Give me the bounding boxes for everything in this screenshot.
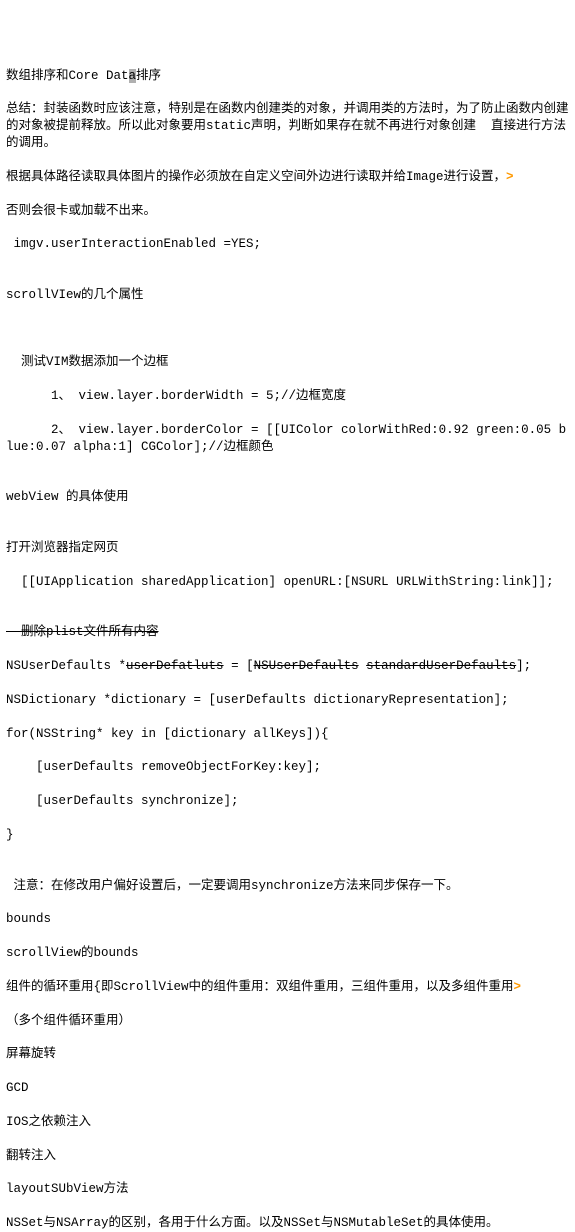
line: [[UIApplication sharedApplication] openU… bbox=[6, 574, 569, 591]
line: 测试VIM数据添加一个边框 bbox=[6, 354, 569, 371]
text: ]; bbox=[516, 659, 531, 673]
line: 数组排序和Core Data排序 bbox=[6, 68, 569, 85]
line: IOS之依赖注入 bbox=[6, 1114, 569, 1131]
text: 排序 bbox=[136, 69, 161, 83]
line: scrollView的bounds bbox=[6, 945, 569, 962]
line: scrollVIew的几个属性 bbox=[6, 287, 569, 304]
line: 根据具体路径读取具体图片的操作必须放在自定义空间外边进行读取并给Image进行设… bbox=[6, 169, 569, 186]
line: NSUserDefaults *userDefatluts = [NSUserD… bbox=[6, 658, 569, 675]
line: layoutSUbView方法 bbox=[6, 1181, 569, 1198]
line: GCD bbox=[6, 1080, 569, 1097]
line: 否则会很卡或加载不出来。 bbox=[6, 203, 569, 220]
text: = [ bbox=[224, 659, 254, 673]
text: NSUserDefaults * bbox=[6, 659, 126, 673]
text-cursor: a bbox=[129, 69, 137, 83]
strikethrough-text: NSUserDefaults bbox=[254, 659, 359, 673]
line: 组件的循环重用{即ScrollView中的组件重用：双组件重用，三组件重用，以及… bbox=[6, 979, 569, 996]
strikethrough-text: 删除plist文件所有内容 bbox=[6, 625, 159, 639]
text: 数组排序和Core Dat bbox=[6, 69, 129, 83]
line: bounds bbox=[6, 911, 569, 928]
line: 屏幕旋转 bbox=[6, 1046, 569, 1063]
line: NSDictionary *dictionary = [userDefaults… bbox=[6, 692, 569, 709]
line: for(NSString* key in [dictionary allKeys… bbox=[6, 726, 569, 743]
strikethrough-text: userDefatluts bbox=[126, 659, 224, 673]
line: NSSet与NSArray的区别，各用于什么方面。以及NSSet与NSMutab… bbox=[6, 1215, 569, 1232]
line: } bbox=[6, 827, 569, 844]
line: 注意：在修改用户偏好设置后，一定要调用synchronize方法来同步保存一下。 bbox=[6, 878, 569, 895]
line: 打开浏览器指定网页 bbox=[6, 540, 569, 557]
text bbox=[359, 659, 367, 673]
strikethrough-text: standardUserDefaults bbox=[366, 659, 516, 673]
line: [userDefaults synchronize]; bbox=[6, 793, 569, 810]
line: 1、 view.layer.borderWidth = 5;//边框宽度 bbox=[6, 388, 569, 405]
text: 组件的循环重用{即ScrollView中的组件重用：双组件重用，三组件重用，以及… bbox=[6, 980, 514, 994]
line: imgv.userInteractionEnabled =YES; bbox=[6, 236, 569, 253]
line: 删除plist文件所有内容 bbox=[6, 624, 569, 641]
wrap-arrow-icon: > bbox=[506, 170, 514, 184]
line: webView 的具体使用 bbox=[6, 489, 569, 506]
line: 2、 view.layer.borderColor = [[UIColor co… bbox=[6, 422, 569, 456]
text: 根据具体路径读取具体图片的操作必须放在自定义空间外边进行读取并给Image进行设… bbox=[6, 170, 506, 184]
line: 总结：封装函数时应该注意，特别是在函数内创建类的对象，并调用类的方法时，为了防止… bbox=[6, 101, 569, 152]
line: （多个组件循环重用） bbox=[6, 1013, 569, 1030]
wrap-arrow-icon: > bbox=[514, 980, 522, 994]
line: 翻转注入 bbox=[6, 1148, 569, 1165]
line: [userDefaults removeObjectForKey:key]; bbox=[6, 759, 569, 776]
